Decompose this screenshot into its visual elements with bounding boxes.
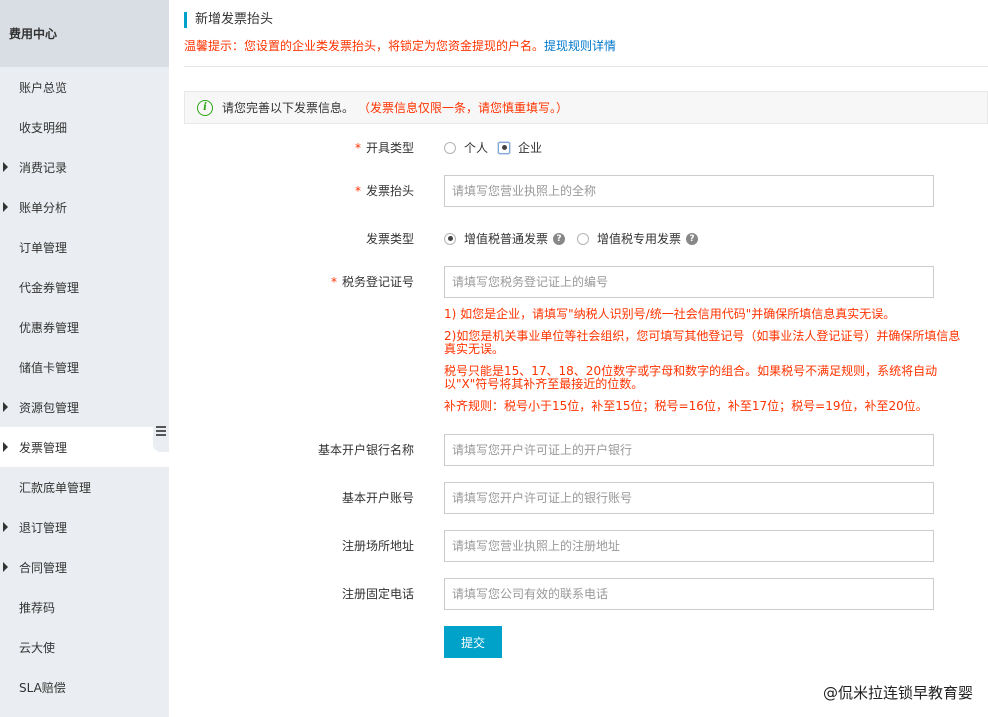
sidebar-item[interactable]: 发票管理 bbox=[0, 427, 169, 467]
bank-name-input[interactable] bbox=[444, 434, 934, 466]
sidebar-item-label: 云大使 bbox=[19, 640, 56, 655]
sidebar-item-label: 收支明细 bbox=[19, 120, 68, 135]
sidebar-item-label: 推荐码 bbox=[19, 600, 56, 615]
radio-vat-special[interactable] bbox=[577, 232, 590, 245]
sidebar-item[interactable]: 资源包管理 bbox=[0, 387, 169, 427]
sidebar-item-label: 账户总览 bbox=[19, 80, 68, 95]
sidebar-item-label: 发票管理 bbox=[19, 440, 68, 455]
sidebar-header: 费用中心 bbox=[0, 0, 169, 67]
sidebar: 费用中心 账户总览收支明细消费记录账单分析订单管理代金券管理优惠券管理储值卡管理… bbox=[0, 0, 169, 717]
radio-personal-label: 个人 bbox=[464, 141, 489, 155]
page-title: 新增发票抬头 bbox=[184, 12, 273, 28]
radio-vat-special-label: 增值税专用发票 bbox=[597, 232, 682, 246]
watermark: @侃米拉连锁早教育婴 bbox=[822, 684, 973, 702]
sidebar-item-label: 消费记录 bbox=[19, 160, 68, 175]
sidebar-item[interactable]: 订单管理 bbox=[0, 227, 169, 267]
rule-text: 补齐规则：税号小于15位，补至15位；税号=16位，补至17位；税号=19位，补… bbox=[444, 399, 928, 413]
bank-account-input[interactable] bbox=[444, 482, 934, 514]
issue-type-radio-group: 个人 企业 bbox=[444, 139, 542, 156]
sidebar-item[interactable]: 消费记录 bbox=[0, 147, 169, 187]
issue-type-label-text: 开具类型 bbox=[365, 141, 414, 155]
submit-button[interactable]: 提交 bbox=[444, 626, 502, 658]
sidebar-item-label: 代金券管理 bbox=[19, 280, 80, 295]
phone-label: 注册固定电话 bbox=[341, 587, 414, 601]
address-input[interactable] bbox=[444, 530, 934, 562]
menu-icon bbox=[156, 425, 166, 436]
sidebar-item[interactable]: 推荐码 bbox=[0, 587, 169, 627]
issue-type-label: * 开具类型 bbox=[184, 139, 414, 156]
invoice-header-label: * 发票抬头 bbox=[184, 182, 414, 199]
invoice-header-input[interactable] bbox=[444, 175, 934, 207]
caret-right-icon bbox=[3, 562, 8, 572]
divider bbox=[184, 66, 988, 67]
invoice-type-label: 发票类型 bbox=[365, 232, 414, 246]
address-label: 注册场所地址 bbox=[341, 539, 414, 553]
rule-text: 1) 如您是企业，请填写"纳税人识别号/统一社会信用代码"并确保所填信息真实无误… bbox=[444, 307, 896, 321]
caret-right-icon bbox=[3, 162, 8, 172]
caret-right-icon bbox=[3, 202, 8, 212]
notice-text: 请您完善以下发票信息。 bbox=[222, 101, 355, 115]
phone-input[interactable] bbox=[444, 578, 934, 610]
caret-right-icon bbox=[3, 402, 8, 412]
sidebar-collapse-toggle[interactable] bbox=[153, 408, 169, 452]
sidebar-item-label: 订单管理 bbox=[19, 240, 68, 255]
warm-tip-text: 温馨提示：您设置的企业类发票抬头，将锁定为您资金提现的户名。 bbox=[184, 39, 545, 53]
tax-number-input[interactable] bbox=[444, 266, 934, 298]
rule-text: 税号只能是15、17、18、20位数字或字母和数字的组合。如果税号不满足规则，系… bbox=[444, 364, 938, 391]
radio-vat-normal[interactable] bbox=[444, 232, 456, 245]
sidebar-item[interactable]: SLA赔偿 bbox=[0, 667, 169, 707]
sidebar-item[interactable]: 云大使 bbox=[0, 627, 169, 667]
tax-number-label-text: 税务登记证号 bbox=[341, 275, 414, 289]
sidebar-item-label: 储值卡管理 bbox=[19, 360, 80, 375]
info-notice: i 请您完善以下发票信息。 （发票信息仅限一条，请您慎重填写。） bbox=[184, 91, 988, 124]
sidebar-item[interactable]: 代金券管理 bbox=[0, 267, 169, 307]
warm-tip: 温馨提示：您设置的企业类发票抬头，将锁定为您资金提现的户名。提现规则详情 bbox=[184, 37, 616, 54]
sidebar-item-label: 合同管理 bbox=[19, 560, 68, 575]
sidebar-item[interactable]: 收支明细 bbox=[0, 107, 169, 147]
sidebar-item[interactable]: 储值卡管理 bbox=[0, 347, 169, 387]
sidebar-item[interactable]: 合同管理 bbox=[0, 547, 169, 587]
bank-name-label: 基本开户银行名称 bbox=[317, 443, 414, 457]
sidebar-item[interactable]: 账户总览 bbox=[0, 67, 169, 107]
bank-account-label: 基本开户账号 bbox=[341, 491, 414, 505]
help-icon[interactable]: ? bbox=[553, 232, 566, 245]
help-icon[interactable]: ? bbox=[686, 232, 699, 245]
rule-text: 2)如您是机关事业单位等社会组织，您可填写其他登记号（如事业法人登记证号）并确保… bbox=[444, 329, 961, 356]
sidebar-item[interactable]: 优惠券管理 bbox=[0, 307, 169, 347]
withdraw-rules-link[interactable]: 提现规则详情 bbox=[544, 39, 616, 53]
radio-enterprise[interactable] bbox=[498, 141, 511, 154]
notice-warning: （发票信息仅限一条，请您慎重填写。） bbox=[358, 101, 569, 115]
invoice-type-radio-group: 增值税普通发票 ? 增值税专用发票 ? bbox=[444, 230, 699, 247]
sidebar-item-label: SLA赔偿 bbox=[19, 680, 66, 695]
required-mark: * bbox=[354, 184, 361, 198]
caret-right-icon bbox=[3, 442, 8, 452]
sidebar-item-label: 账单分析 bbox=[19, 200, 68, 215]
caret-right-icon bbox=[3, 522, 8, 532]
info-icon: i bbox=[197, 99, 213, 116]
sidebar-item-label: 资源包管理 bbox=[19, 400, 80, 415]
tax-number-label: * 税务登记证号 bbox=[184, 273, 414, 290]
required-mark: * bbox=[354, 141, 361, 155]
sidebar-item[interactable]: 账单分析 bbox=[0, 187, 169, 227]
sidebar-menu: 账户总览收支明细消费记录账单分析订单管理代金券管理优惠券管理储值卡管理资源包管理… bbox=[0, 67, 169, 707]
invoice-header-label-text: 发票抬头 bbox=[365, 184, 414, 198]
sidebar-item-label: 优惠券管理 bbox=[19, 320, 80, 335]
radio-vat-normal-label: 增值税普通发票 bbox=[464, 232, 549, 246]
tax-number-rules: 1) 如您是企业，请填写"纳税人识别号/统一社会信用代码"并确保所填信息真实无误… bbox=[444, 308, 964, 422]
radio-enterprise-label: 企业 bbox=[518, 141, 543, 155]
sidebar-item[interactable]: 汇款底单管理 bbox=[0, 467, 169, 507]
main-content: 新增发票抬头 温馨提示：您设置的企业类发票抬头，将锁定为您资金提现的户名。提现规… bbox=[184, 0, 988, 717]
sidebar-item[interactable]: 退订管理 bbox=[0, 507, 169, 547]
sidebar-item-label: 退订管理 bbox=[19, 520, 68, 535]
required-mark: * bbox=[330, 275, 337, 289]
sidebar-item-label: 汇款底单管理 bbox=[19, 480, 92, 495]
radio-personal[interactable] bbox=[444, 141, 456, 154]
